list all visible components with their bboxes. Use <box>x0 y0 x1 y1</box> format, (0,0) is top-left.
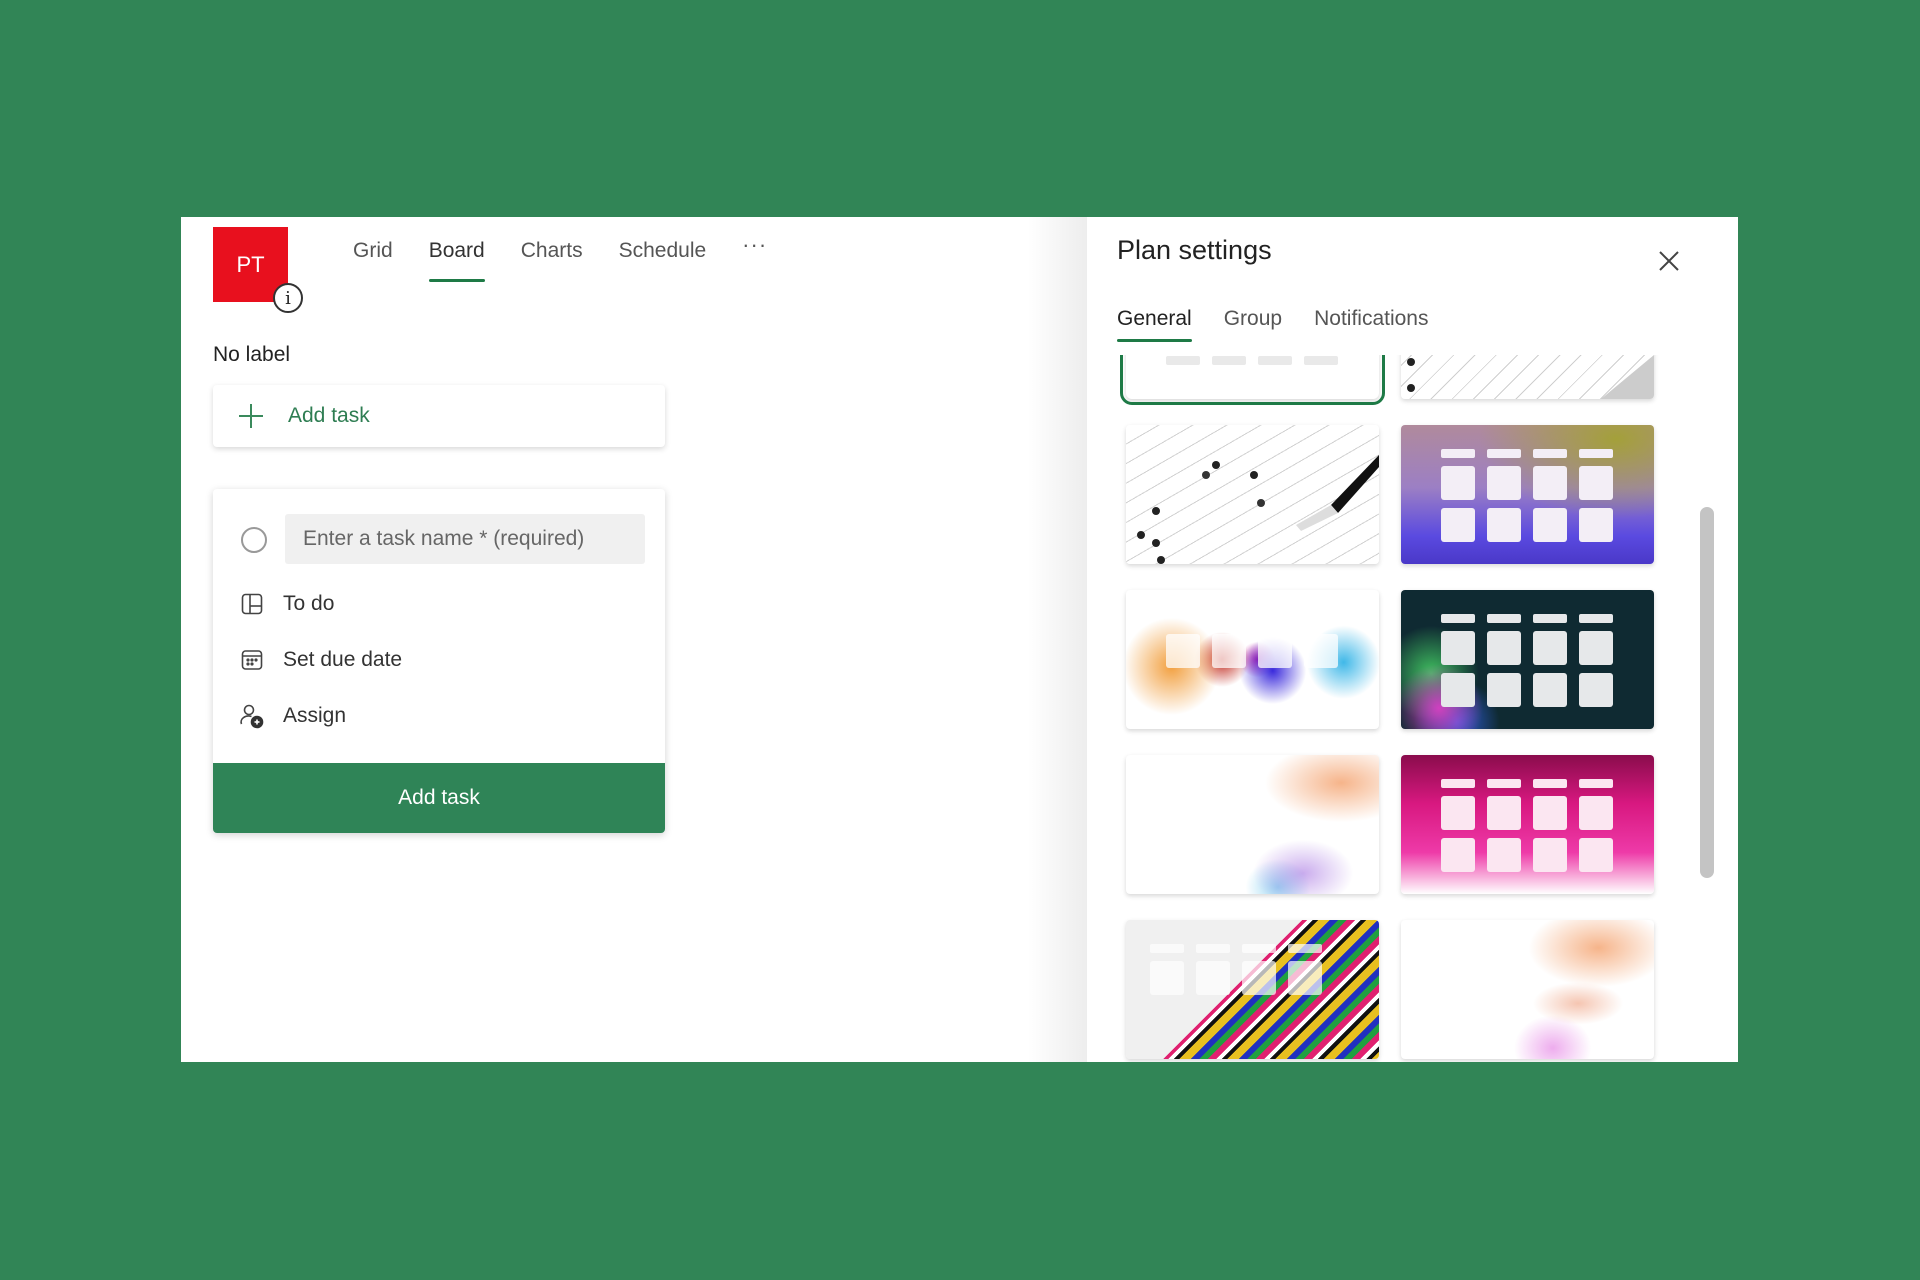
view-tabs: Grid Board Charts Schedule ··· <box>335 233 785 282</box>
background-rainbow-splatter[interactable] <box>1126 590 1379 729</box>
planner-window: PT i Grid Board Charts Schedule ··· No l… <box>181 217 1738 1062</box>
board-view: PT i Grid Board Charts Schedule ··· No l… <box>181 217 1087 1062</box>
settings-tabs: General Group Notifications <box>1117 305 1460 342</box>
bucket-selector-label: To do <box>283 592 335 615</box>
tab-grid[interactable]: Grid <box>335 233 411 273</box>
background-magenta-gradient[interactable] <box>1401 755 1654 894</box>
more-options-icon[interactable]: ··· <box>724 233 785 273</box>
background-answer-sheet-pencil[interactable] <box>1126 425 1379 564</box>
tab-notifications[interactable]: Notifications <box>1314 305 1428 333</box>
info-icon[interactable]: i <box>273 283 303 313</box>
bucket-selector[interactable]: To do <box>239 591 334 617</box>
close-icon <box>1659 251 1679 271</box>
bucket-title: No label <box>213 343 291 366</box>
background-orange-pink-dots[interactable] <box>1401 920 1654 1059</box>
plan-settings-panel: Plan settings General Group Notification… <box>1087 217 1738 1062</box>
add-task-button[interactable]: Add task <box>213 385 665 447</box>
tab-schedule[interactable]: Schedule <box>601 233 725 273</box>
due-date-label: Set due date <box>283 648 403 671</box>
plan-initials: PT <box>236 251 265 277</box>
complete-task-radio[interactable] <box>241 527 267 553</box>
assign-selector[interactable]: Assign <box>239 703 346 729</box>
tab-general[interactable]: General <box>1117 305 1192 342</box>
tab-group[interactable]: Group <box>1224 305 1282 333</box>
plus-icon <box>239 404 263 428</box>
bucket-icon <box>239 591 265 617</box>
close-button[interactable] <box>1649 241 1689 281</box>
assign-label: Assign <box>283 704 347 727</box>
calendar-icon <box>239 647 265 673</box>
gallery-scrollbar[interactable] <box>1700 507 1714 878</box>
task-name-input[interactable] <box>285 514 645 564</box>
due-date-selector[interactable]: Set due date <box>239 647 402 673</box>
new-task-form: To do Set due date <box>213 489 665 833</box>
tab-board[interactable]: Board <box>411 233 503 282</box>
background-orange-dots[interactable] <box>1126 755 1379 894</box>
background-purple-gradient[interactable] <box>1401 425 1654 564</box>
background-gallery <box>1117 355 1677 1062</box>
add-task-label: Add task <box>288 404 370 427</box>
background-colorful-stripes[interactable] <box>1126 920 1379 1059</box>
settings-title: Plan settings <box>1117 235 1272 265</box>
tab-charts[interactable]: Charts <box>503 233 601 273</box>
submit-add-task-button[interactable]: Add task <box>213 763 665 833</box>
background-answer-sheet[interactable] <box>1401 355 1654 399</box>
background-dark-teal-bokeh[interactable] <box>1401 590 1654 729</box>
background-plain-white[interactable] <box>1120 355 1385 405</box>
assign-person-icon <box>239 703 265 729</box>
